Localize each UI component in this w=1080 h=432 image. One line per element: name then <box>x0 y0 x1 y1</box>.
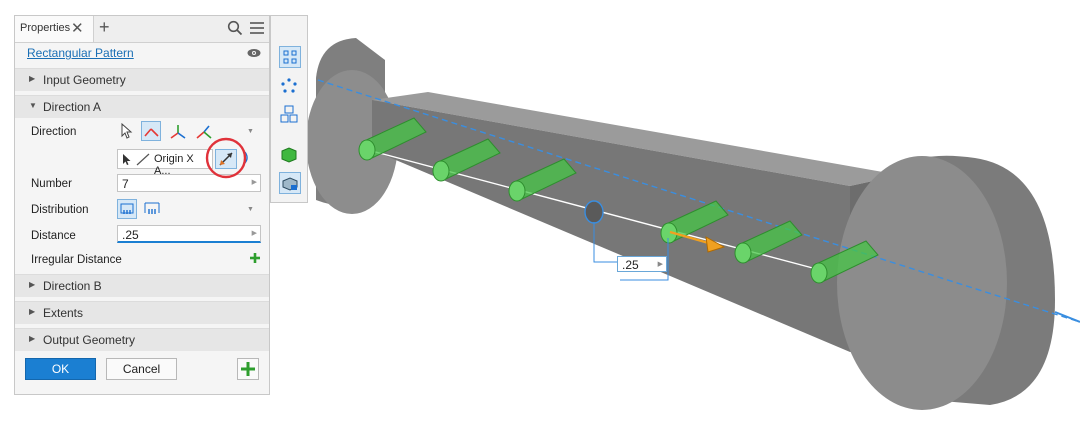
pattern-features-icon <box>282 177 298 191</box>
tab-properties[interactable]: Properties ✕ <box>15 16 94 42</box>
pattern-features-tool[interactable] <box>279 172 301 194</box>
number-label: Number <box>31 178 72 190</box>
section-direction-a[interactable]: ▼ Direction A <box>15 95 269 118</box>
circular-pattern-icon <box>281 78 297 93</box>
distance-input[interactable]: .25 ▶ <box>117 225 261 243</box>
source-hole <box>584 200 604 224</box>
canvas-distance-stepper-icon[interactable]: ▶ <box>658 260 663 268</box>
distance-value: .25 <box>122 228 139 242</box>
solid-icon <box>281 147 297 163</box>
expand-triangle-icon: ▶ <box>29 74 36 83</box>
feature-name-link[interactable]: Rectangular Pattern <box>27 46 134 60</box>
section-label: Input Geometry <box>43 73 126 87</box>
panel-tab-bar: Properties ✕ + <box>15 16 269 43</box>
section-extents[interactable]: ▶ Extents <box>15 301 269 324</box>
rectangular-pattern-tool[interactable] <box>279 46 301 68</box>
menu-icon[interactable] <box>249 20 265 36</box>
select-arrow-icon[interactable] <box>119 123 133 139</box>
section-input-geometry[interactable]: ▶ Input Geometry <box>15 68 269 91</box>
graphics-viewport[interactable] <box>308 0 1080 432</box>
sketch-pattern-icon <box>280 105 298 123</box>
section-label: Output Geometry <box>43 333 136 347</box>
distance-label: Distance <box>31 230 76 242</box>
expand-triangle-icon: ▶ <box>29 307 36 316</box>
section-label: Direction B <box>43 279 102 293</box>
direction-vector-button[interactable] <box>141 121 161 141</box>
eye-icon[interactable] <box>247 48 261 58</box>
direction-dropdown-icon[interactable]: ▼ <box>247 128 254 135</box>
irregular-distance-label: Irregular Distance <box>31 254 122 266</box>
right-hub-face <box>837 156 1007 410</box>
apply-add-button[interactable] <box>237 358 259 380</box>
tab-close-icon[interactable]: ✕ <box>71 19 84 37</box>
section-output-geometry[interactable]: ▶ Output Geometry <box>15 328 269 351</box>
sketch-pattern-tool[interactable] <box>279 104 301 126</box>
canvas-distance-input[interactable]: .25 ▶ <box>617 256 667 272</box>
search-icon[interactable] <box>227 20 243 36</box>
distribution-fitted-button[interactable] <box>117 199 137 219</box>
distribution-dropdown-icon[interactable]: ▼ <box>247 206 254 213</box>
add-icon <box>241 362 255 376</box>
spacing-distribution-icon[interactable] <box>143 200 161 218</box>
axis-triad-icon[interactable] <box>169 123 187 141</box>
direction-icon <box>144 128 159 137</box>
mini-toolbar <box>270 15 308 203</box>
section-label: Direction A <box>43 100 102 114</box>
direction-selection-field[interactable]: Origin X A... <box>117 149 213 177</box>
expand-triangle-icon: ▶ <box>29 280 36 289</box>
tab-label: Properties <box>20 22 71 34</box>
ok-button[interactable]: OK <box>25 358 96 380</box>
section-direction-b[interactable]: ▶ Direction B <box>15 274 269 297</box>
add-icon[interactable] <box>249 252 261 264</box>
properties-panel: Properties ✕ + Rectangular Pattern ▶ Inp… <box>14 15 270 395</box>
canvas-distance-value: .25 <box>622 258 639 272</box>
pattern-solid-tool[interactable] <box>279 144 301 166</box>
select-arrow-icon <box>123 154 131 165</box>
distance-stepper-icon[interactable]: ▶ <box>252 229 257 237</box>
section-label: Extents <box>43 306 84 320</box>
rectangular-pattern-icon <box>283 50 297 64</box>
fitted-distribution-icon <box>120 203 134 214</box>
highlight-circle <box>205 137 247 179</box>
axis-end-line <box>1054 311 1080 323</box>
circular-pattern-tool[interactable] <box>279 76 301 98</box>
distribution-label: Distribution <box>31 204 89 216</box>
number-stepper-icon[interactable]: ▶ <box>252 178 257 186</box>
axis-icon <box>136 153 150 166</box>
add-tab-button[interactable]: + <box>99 17 110 38</box>
number-value: 7 <box>122 177 129 191</box>
cancel-button[interactable]: Cancel <box>106 358 177 380</box>
expand-triangle-icon: ▶ <box>29 334 36 343</box>
collapse-triangle-icon: ▼ <box>29 101 37 110</box>
direction-label: Direction <box>31 126 77 138</box>
